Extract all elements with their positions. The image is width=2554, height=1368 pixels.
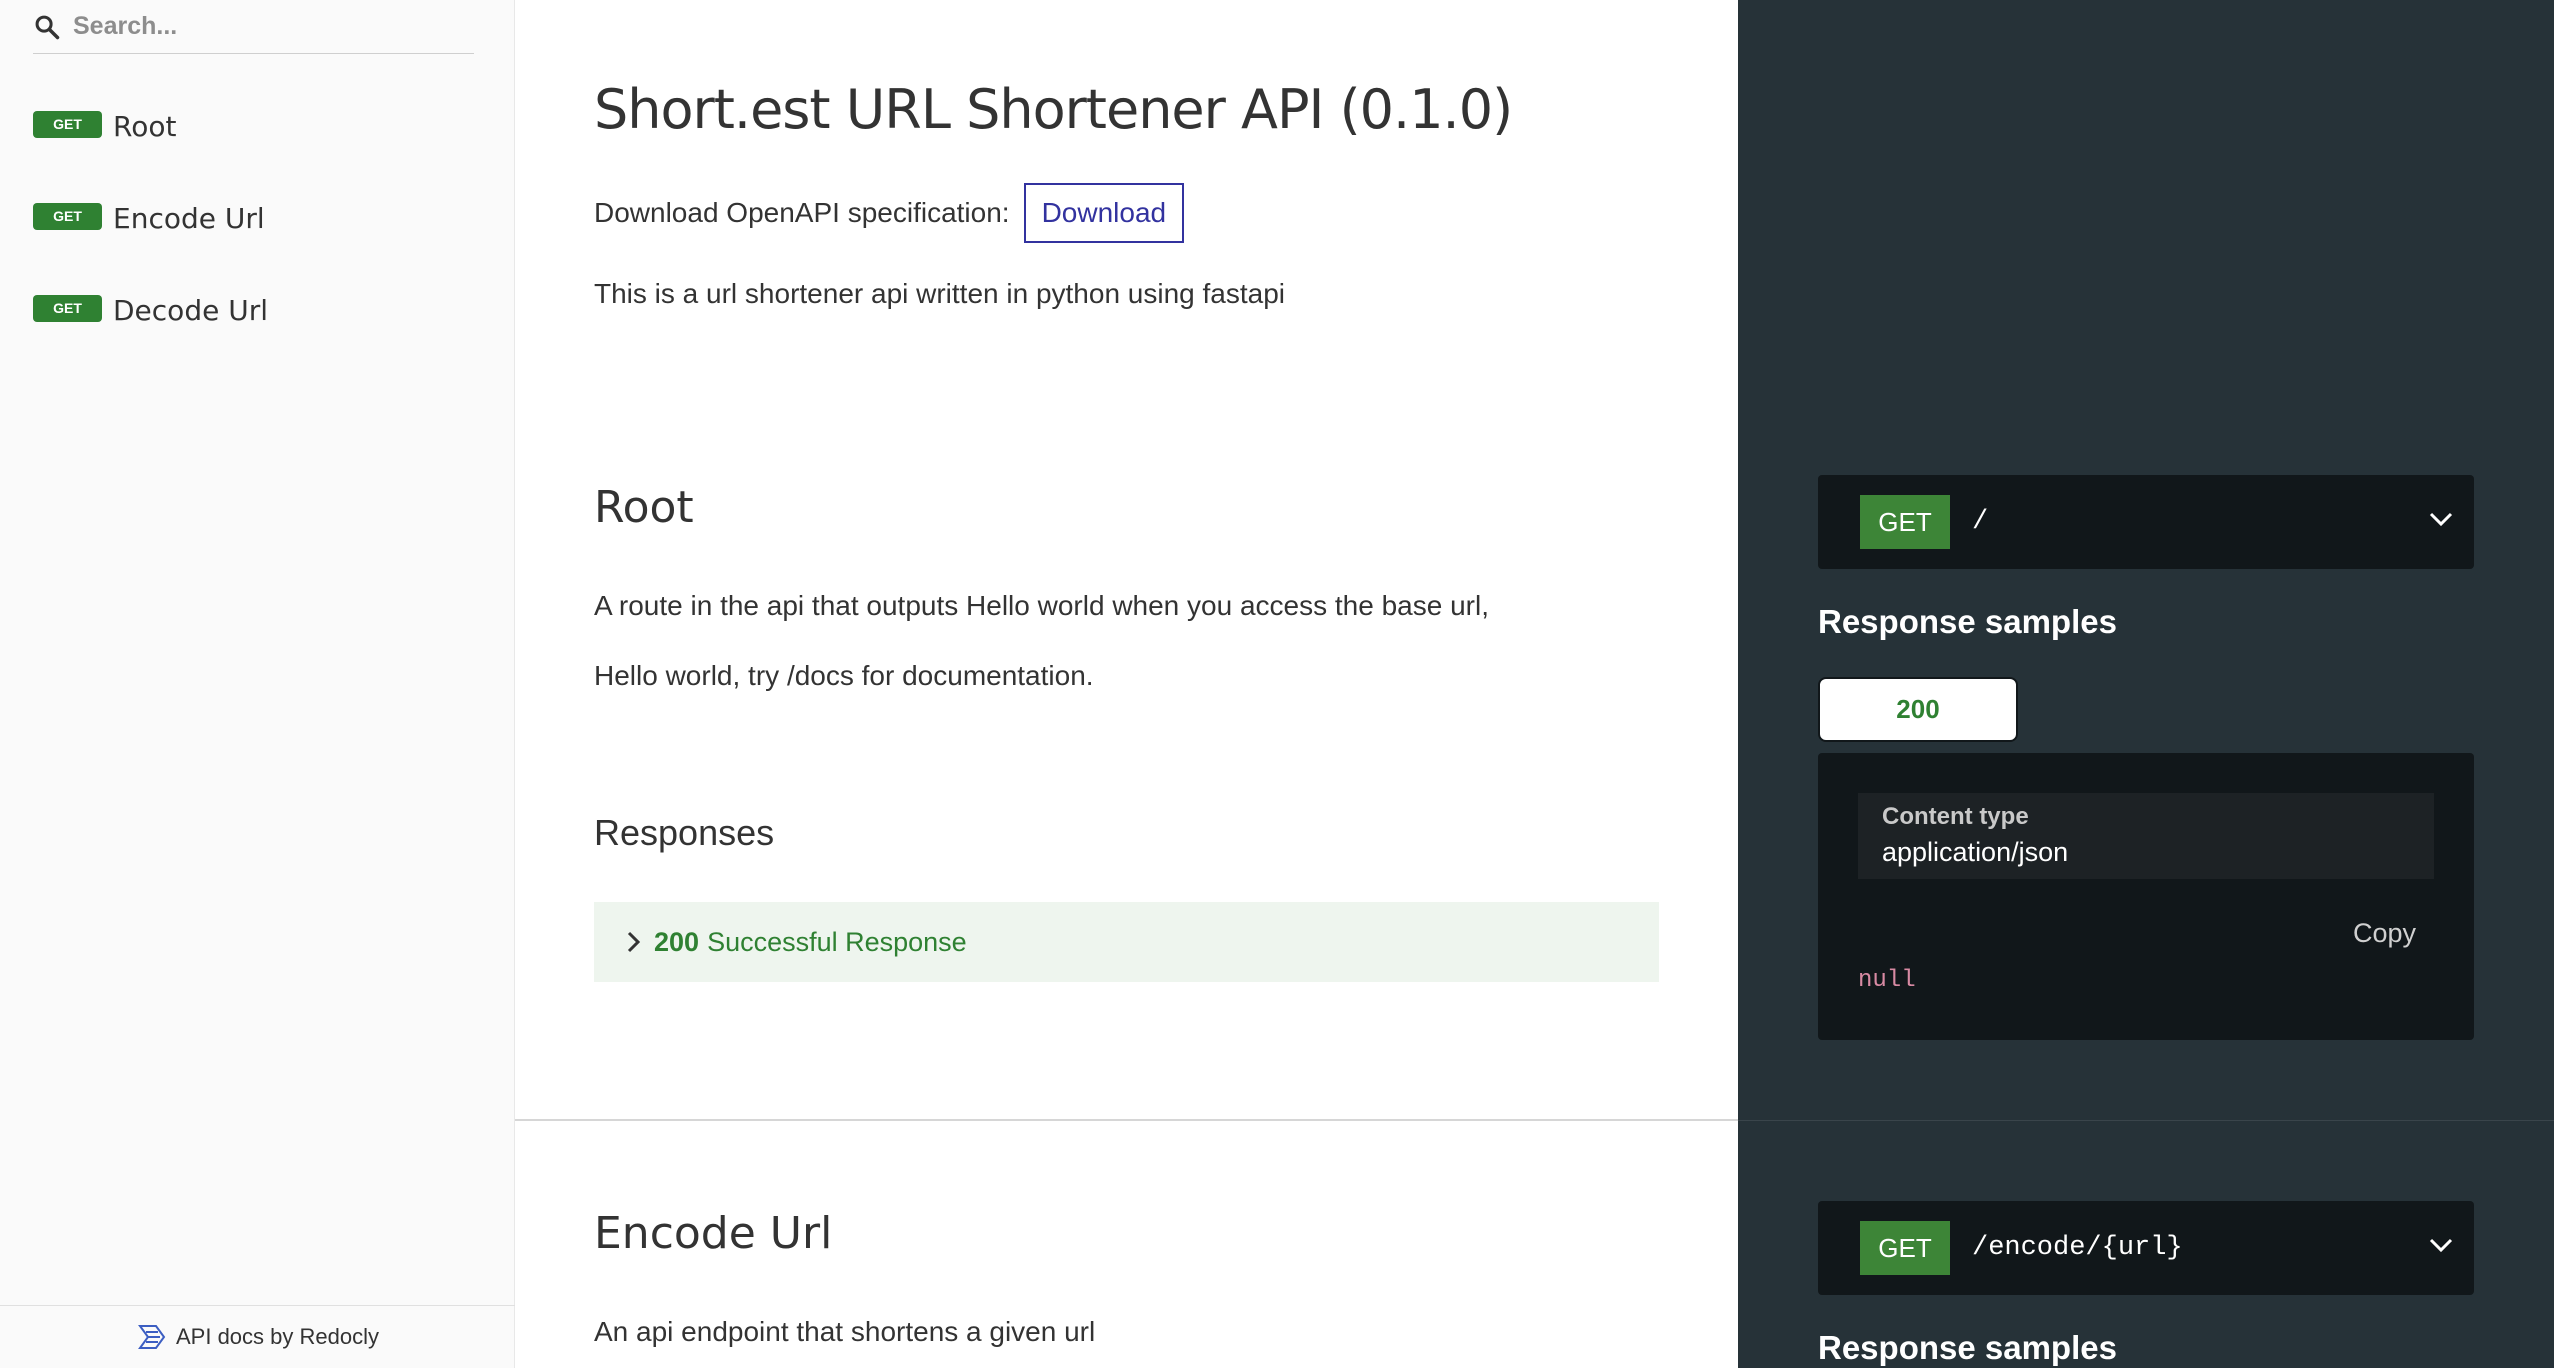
search-box <box>33 0 474 54</box>
endpoint-root[interactable]: GET / <box>1818 475 2474 569</box>
section-divider <box>1738 1120 2554 1121</box>
download-button[interactable]: Download <box>1023 183 1185 243</box>
sidebar-item-encode-url[interactable]: GET Encode Url <box>0 172 515 264</box>
main-content: Short.est URL Shortener API (0.1.0) Down… <box>515 0 1738 1368</box>
redocly-logo-icon <box>138 1325 166 1349</box>
root-description-2: Hello world, try /docs for documentation… <box>594 660 1094 691</box>
content-type-label: Content type <box>1882 803 2029 830</box>
encode-description: An api endpoint that shortens a given ur… <box>594 1316 1096 1347</box>
tab-200[interactable]: 200 <box>1818 677 2018 742</box>
download-row: Download OpenAPI specification: Download <box>594 183 1185 243</box>
right-panel: GET / Response samples 200 Content type … <box>1738 0 2554 1368</box>
sample-value: null <box>1858 967 1916 994</box>
endpoint-encode[interactable]: GET /encode/{url} <box>1818 1201 2474 1295</box>
sidebar-item-label: Root <box>113 109 177 143</box>
root-description: A route in the api that outputs Hello wo… <box>594 590 1489 621</box>
response-code: 200 <box>654 926 700 957</box>
response-200-row[interactable]: 200 Successful Response <box>594 902 1659 982</box>
redocly-footer-link[interactable]: API docs by Redocly <box>0 1305 515 1368</box>
page-title: Short.est URL Shortener API (0.1.0) <box>594 78 1513 141</box>
search-icon <box>35 15 60 39</box>
section-heading-encode-url: Encode Url <box>594 1208 833 1259</box>
download-label: Download OpenAPI specification: <box>594 197 1010 228</box>
section-divider <box>515 1119 1738 1121</box>
chevron-down-icon <box>2429 1238 2453 1253</box>
api-description: This is a url shortener api written in p… <box>594 278 1286 309</box>
content-type-value[interactable]: application/json <box>1882 837 2068 868</box>
sidebar-menu: GET Root GET Encode Url GET Decode Url <box>0 80 515 356</box>
chevron-right-icon <box>627 931 641 953</box>
sidebar-item-label: Encode Url <box>113 201 265 235</box>
get-badge: GET <box>33 110 102 138</box>
section-heading-root: Root <box>594 482 694 533</box>
search-input[interactable] <box>73 12 453 41</box>
footer-label: API docs by Redocly <box>176 1324 379 1349</box>
copy-button[interactable]: Copy <box>2353 918 2416 949</box>
response-samples-title: Response samples <box>1818 603 2117 640</box>
sidebar-item-label: Decode Url <box>113 293 268 327</box>
sidebar: GET Root GET Encode Url GET Decode Url A… <box>0 0 515 1368</box>
response-sample-panel: Content type application/json Copy null <box>1818 753 2474 1040</box>
sidebar-item-root[interactable]: GET Root <box>0 80 515 172</box>
response-text: Successful Response <box>707 926 967 957</box>
content-type-box: Content type application/json <box>1858 793 2434 879</box>
response-samples-title: Response samples <box>1818 1329 2117 1366</box>
method-badge: GET <box>1860 1221 1950 1275</box>
responses-heading: Responses <box>594 812 775 853</box>
get-badge: GET <box>33 202 102 230</box>
endpoint-path: / <box>1972 507 1989 537</box>
method-badge: GET <box>1860 495 1950 549</box>
get-badge: GET <box>33 294 102 322</box>
chevron-down-icon <box>2429 512 2453 527</box>
endpoint-path: /encode/{url} <box>1972 1233 2183 1263</box>
sidebar-item-decode-url[interactable]: GET Decode Url <box>0 264 515 356</box>
